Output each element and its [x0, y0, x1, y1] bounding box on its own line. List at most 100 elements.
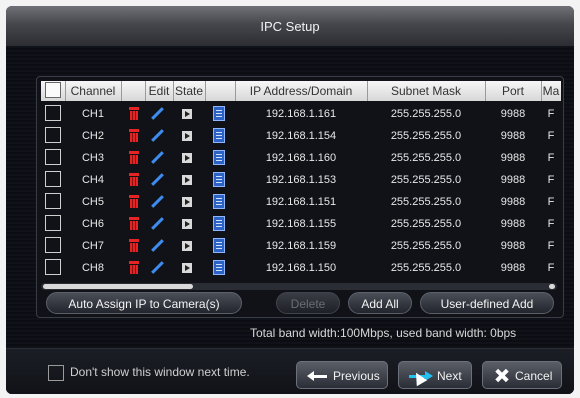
header-edit[interactable]: Edit	[145, 81, 174, 101]
bandwidth-status: Total band width:100Mbps, used band widt…	[250, 326, 517, 340]
header-channel[interactable]: Channel	[65, 81, 122, 101]
user-defined-add-button[interactable]: User-defined Add	[420, 292, 554, 314]
pencil-icon[interactable]	[151, 239, 165, 253]
pencil-icon[interactable]	[151, 129, 165, 143]
window-title: IPC Setup	[260, 18, 320, 34]
trash-icon[interactable]	[129, 261, 139, 274]
document-edit-icon[interactable]	[213, 216, 225, 231]
document-edit-icon[interactable]	[213, 238, 225, 253]
row-checkbox[interactable]	[45, 237, 61, 253]
ip-cell: 192.168.1.159	[265, 240, 337, 252]
ma-cell: F	[547, 262, 555, 274]
dont-show-checkbox[interactable]	[48, 365, 64, 381]
play-icon[interactable]	[182, 197, 192, 207]
next-label: Next	[437, 369, 462, 383]
table-row[interactable]: CH7 192.168.1.159 255.255.255.0 9988 F	[41, 235, 561, 257]
next-button[interactable]: Next	[398, 361, 472, 389]
header-config-col	[205, 81, 236, 101]
document-edit-icon[interactable]	[213, 150, 225, 165]
trash-icon[interactable]	[129, 173, 139, 186]
select-all-checkbox[interactable]	[45, 82, 61, 98]
play-icon[interactable]	[182, 109, 192, 119]
header-port[interactable]: Port	[485, 81, 542, 101]
play-icon[interactable]	[182, 131, 192, 141]
header-subnet[interactable]: Subnet Mask	[367, 81, 486, 101]
pencil-icon[interactable]	[151, 261, 165, 275]
channel-cell: CH7	[81, 240, 104, 252]
pencil-icon[interactable]	[151, 217, 165, 231]
play-icon[interactable]	[182, 219, 192, 229]
horizontal-scrollbar[interactable]	[41, 283, 557, 290]
table-row[interactable]: CH1 192.168.1.161 255.255.255.0 9988 F	[41, 103, 561, 125]
subnet-cell: 255.255.255.0	[390, 174, 462, 186]
document-edit-icon[interactable]	[213, 128, 225, 143]
channel-cell: CH1	[81, 108, 104, 120]
play-icon[interactable]	[182, 263, 192, 273]
row-checkbox[interactable]	[45, 171, 61, 187]
row-checkbox[interactable]	[45, 259, 61, 275]
cancel-label: Cancel	[515, 369, 553, 383]
header-ma[interactable]: Ma	[541, 81, 561, 101]
table-row[interactable]: CH3 192.168.1.160 255.255.255.0 9988 F	[41, 147, 561, 169]
subnet-cell: 255.255.255.0	[390, 262, 462, 274]
ip-cell: 192.168.1.161	[265, 108, 337, 120]
play-icon[interactable]	[182, 175, 192, 185]
row-checkbox[interactable]	[45, 149, 61, 165]
ip-cell: 192.168.1.151	[265, 196, 337, 208]
ipc-table: Channel Edit State IP Address/Domain Sub…	[36, 76, 564, 318]
port-cell: 9988	[500, 130, 526, 142]
previous-label: Previous	[333, 369, 380, 383]
ip-cell: 192.168.1.150	[265, 262, 337, 274]
play-icon[interactable]	[182, 153, 192, 163]
subnet-cell: 255.255.255.0	[390, 152, 462, 164]
ma-cell: F	[547, 130, 555, 142]
play-icon[interactable]	[182, 241, 192, 251]
trash-icon[interactable]	[129, 151, 139, 164]
table-row[interactable]: CH2 192.168.1.154 255.255.255.0 9988 F	[41, 125, 561, 147]
table-row[interactable]: CH8 192.168.1.150 255.255.255.0 9988 F	[41, 257, 561, 279]
document-edit-icon[interactable]	[213, 194, 225, 209]
channel-cell: CH5	[81, 196, 104, 208]
scroll-thumb[interactable]	[43, 284, 193, 289]
footer-bar: Don't show this window next time. Previo…	[6, 348, 574, 394]
pencil-icon[interactable]	[151, 173, 165, 187]
subnet-cell: 255.255.255.0	[390, 240, 462, 252]
pencil-icon[interactable]	[151, 195, 165, 209]
ma-cell: F	[547, 152, 555, 164]
window-titlebar: IPC Setup	[6, 6, 574, 46]
add-all-button[interactable]: Add All	[348, 292, 412, 314]
trash-icon[interactable]	[129, 129, 139, 142]
channel-cell: CH8	[81, 262, 104, 274]
row-checkbox[interactable]	[45, 105, 61, 121]
document-edit-icon[interactable]	[213, 260, 225, 275]
trash-icon[interactable]	[129, 195, 139, 208]
row-checkbox[interactable]	[45, 215, 61, 231]
dont-show-label[interactable]: Don't show this window next time.	[70, 365, 250, 379]
header-state[interactable]: State	[173, 81, 206, 101]
scroll-end-cap	[549, 284, 555, 289]
trash-icon[interactable]	[129, 239, 139, 252]
cancel-button[interactable]: Cancel	[482, 361, 562, 389]
row-checkbox[interactable]	[45, 193, 61, 209]
row-checkbox[interactable]	[45, 127, 61, 143]
delete-button[interactable]: Delete	[276, 292, 340, 314]
pencil-icon[interactable]	[151, 107, 165, 121]
ipc-setup-window: IPC Setup Channel Edit State IP Address/…	[6, 6, 574, 394]
header-ip[interactable]: IP Address/Domain	[235, 81, 368, 101]
pencil-icon[interactable]	[151, 151, 165, 165]
table-row[interactable]: CH4 192.168.1.153 255.255.255.0 9988 F	[41, 169, 561, 191]
table-header: Channel Edit State IP Address/Domain Sub…	[41, 81, 561, 101]
auto-assign-ip-button[interactable]: Auto Assign IP to Camera(s)	[46, 292, 242, 314]
port-cell: 9988	[500, 240, 526, 252]
previous-button[interactable]: Previous	[296, 361, 388, 389]
table-row[interactable]: CH5 192.168.1.151 255.255.255.0 9988 F	[41, 191, 561, 213]
ip-cell: 192.168.1.155	[265, 218, 337, 230]
subnet-cell: 255.255.255.0	[390, 108, 462, 120]
subnet-cell: 255.255.255.0	[390, 130, 462, 142]
document-edit-icon[interactable]	[213, 172, 225, 187]
document-edit-icon[interactable]	[213, 106, 225, 121]
trash-icon[interactable]	[129, 217, 139, 230]
trash-icon[interactable]	[129, 107, 139, 120]
header-select-cell	[41, 81, 66, 101]
table-row[interactable]: CH6 192.168.1.155 255.255.255.0 9988 F	[41, 213, 561, 235]
